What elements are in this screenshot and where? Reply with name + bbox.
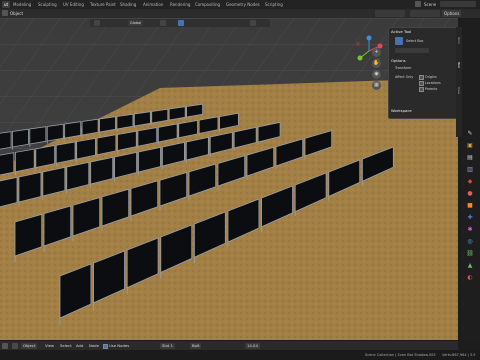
solar-panel[interactable] [12,128,29,148]
tab-layout[interactable]: ut [2,1,11,8]
tab-tool[interactable]: Tool [457,62,461,68]
solar-panel[interactable] [35,145,56,168]
tab-compositing[interactable]: Compositing [195,1,220,8]
orientation-selector[interactable]: Global [128,20,144,26]
solar-panel[interactable] [96,134,117,156]
transform-pivot-icon[interactable] [94,20,100,26]
node-editor-type-icon[interactable] [2,343,8,349]
node-menu[interactable]: Node [89,343,99,349]
solar-panel[interactable] [0,152,15,176]
status-bar: Scene Collection | Sven Bot Shadow.005 V… [0,350,480,360]
transform-subheading[interactable]: Transform [395,65,411,71]
tab-rendering[interactable]: Rendering [170,1,190,8]
scene-props-icon[interactable]: ◆ [466,178,474,186]
node-view-menu[interactable]: View [45,343,54,349]
status-stats: Verts:867,964 | 3.5 [442,353,476,357]
tab-uv-editing[interactable]: UV Editing [63,1,84,8]
solar-panel[interactable] [81,118,99,136]
tab-modeling[interactable]: Modeling [13,1,31,8]
render-icon[interactable]: ▣ [466,142,474,150]
workspace-heading[interactable]: Workspace [391,108,412,114]
ortho-icon[interactable]: ▦ [372,81,381,90]
editor-type-icon[interactable] [2,10,8,16]
data-icon[interactable]: ▲ [466,262,474,270]
solar-panel[interactable] [76,137,96,160]
output-icon[interactable]: ▤ [466,154,474,162]
particles-icon[interactable]: ✱ [466,226,474,234]
material-icon[interactable]: ◐ [466,274,474,282]
pan-icon[interactable]: ✋ [372,59,381,68]
filter-icon[interactable] [250,20,256,26]
solar-panel[interactable] [18,171,42,203]
mode-selector[interactable]: Object [10,10,23,17]
solar-panel[interactable] [64,121,82,139]
select-box-label: Select Box [406,39,424,43]
solar-panel[interactable] [0,176,18,208]
workspace-bar: ut Modeling Sculpting UV Editing Texture… [0,0,480,9]
active-tool-heading[interactable]: Active Tool [391,29,411,35]
view-layer-icon[interactable]: ▥ [466,166,474,174]
tab-texture-paint[interactable]: Texture Paint [90,1,116,8]
solar-panel[interactable] [46,123,64,142]
solar-panel[interactable] [55,141,76,164]
overlay-controls[interactable] [375,10,405,17]
solar-panel[interactable] [133,111,151,127]
sidebar-panel: Active Tool Select Box Options Transform… [388,27,458,119]
status-collection: Scene Collection | Sven Bot Shadow.005 [365,353,436,357]
shader-type-icon[interactable] [12,343,18,349]
solar-panel[interactable] [15,148,35,173]
modifier-icon[interactable]: ✚ [466,214,474,222]
snap-icon[interactable] [178,20,184,26]
solar-panel[interactable] [29,126,47,145]
object-icon[interactable]: ■ [466,202,474,210]
solar-panel[interactable] [168,106,186,121]
scene-icon[interactable] [415,1,421,7]
tab-sculpting[interactable]: Sculpting [38,1,57,8]
tool-icon[interactable]: ✎ [466,130,474,138]
parents-checkbox[interactable]: Parents [419,86,437,92]
use-nodes-toggle[interactable]: Use Nodes [103,343,129,349]
tab-item[interactable]: Item [457,37,461,44]
zoom-icon[interactable]: + [372,48,381,57]
options-button[interactable]: Options [442,10,462,17]
physics-icon[interactable]: ◎ [466,238,474,246]
solar-panel[interactable] [42,166,66,197]
solar-panel[interactable] [116,113,134,130]
solar-panel[interactable] [151,108,169,124]
view-layer-field[interactable] [440,1,476,7]
tab-geometry-nodes[interactable]: Geometry Nodes [226,1,260,8]
options-heading[interactable]: Options [391,58,406,64]
pivot-point-icon[interactable] [160,20,166,26]
frame-field[interactable]: 14.04 [245,343,260,349]
select-box-icon[interactable] [395,37,403,45]
affect-only-label: Affect Only [395,75,414,79]
slot-selector[interactable]: Slot 1 [160,343,175,349]
constraints-icon[interactable]: ⛓ [466,250,474,258]
tab-animation[interactable]: Animation [143,1,163,8]
node-add-menu[interactable]: Add [76,343,83,349]
material-selector[interactable]: Bolt [190,343,202,349]
solar-panel[interactable] [99,116,116,133]
tab-shading[interactable]: Shading [120,1,136,8]
scene-selector[interactable]: Scene [424,1,436,8]
transform-header: Global [90,19,270,27]
shading-controls[interactable] [410,10,440,17]
solar-panel[interactable] [0,131,12,150]
node-select-menu[interactable]: Select [60,343,72,349]
node-object-selector[interactable]: Object [21,343,38,349]
tab-view[interactable]: View [457,87,461,94]
camera-icon[interactable]: ◉ [372,70,381,79]
world-icon[interactable]: ● [466,190,474,198]
tab-scripting[interactable]: Scripting [265,1,283,8]
select-mode-buttons[interactable] [395,48,429,53]
